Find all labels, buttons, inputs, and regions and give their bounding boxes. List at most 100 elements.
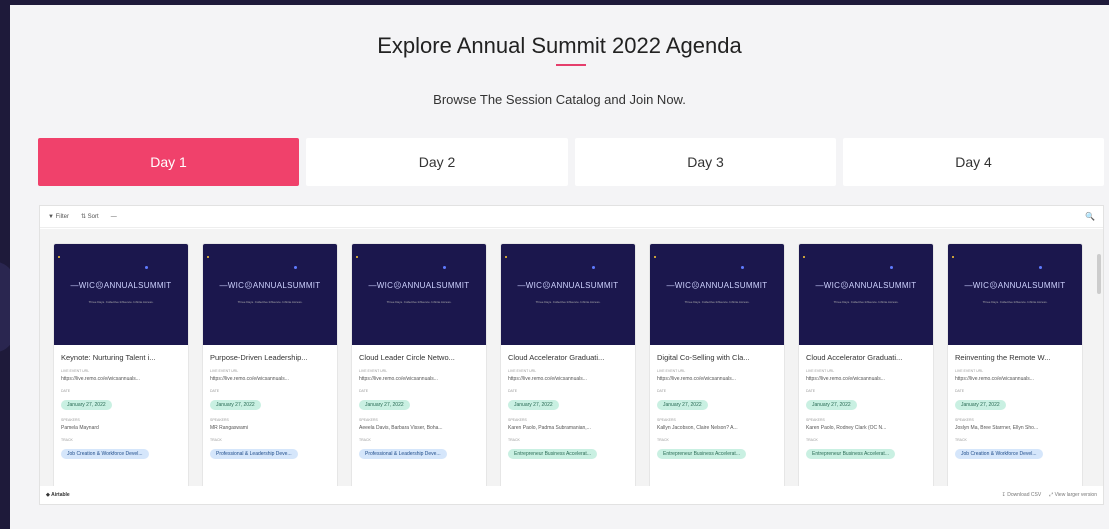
session-speakers: Joslyn Ma, Bree Starrner, Ellyn Sho... xyxy=(955,425,1039,431)
decor-dot xyxy=(145,266,148,269)
track-label: TRACK xyxy=(61,438,73,442)
session-thumbnail: —WIC☹ANNUALSUMMIT Three Days. Collective… xyxy=(650,244,784,345)
tab-day-4[interactable]: Day 4 xyxy=(843,138,1104,186)
session-url[interactable]: https://live.remo.co/e/wicsannuals... xyxy=(359,376,479,382)
decor-dot xyxy=(592,266,595,269)
url-label: LIVE EVENT URL xyxy=(806,369,835,373)
url-label: LIVE EVENT URL xyxy=(955,369,984,373)
session-speakers: Karen Paolo, Rodney Clark (OC N... xyxy=(806,425,887,431)
session-speakers: Kallyn Jacobson, Claire Nelson? A... xyxy=(657,425,738,431)
page-subtitle: Browse The Session Catalog and Join Now. xyxy=(433,92,686,107)
session-title: Reinventing the Remote W... xyxy=(955,353,1051,362)
session-url[interactable]: https://live.remo.co/e/wicsannuals... xyxy=(806,376,926,382)
download-csv-link[interactable]: ↧ Download CSV xyxy=(1002,492,1042,498)
track-badge: Entrepreneur Business Accelerat... xyxy=(657,449,746,459)
summit-tagline: Three Days. Collective Influence. Infini… xyxy=(88,300,154,304)
session-card[interactable]: —WIC☹ANNUALSUMMIT Three Days. Collective… xyxy=(53,243,189,486)
title-underline xyxy=(556,64,586,66)
session-card[interactable]: —WIC☹ANNUALSUMMIT Three Days. Collective… xyxy=(500,243,636,486)
url-label: LIVE EVENT URL xyxy=(657,369,686,373)
card-gallery[interactable]: —WIC☹ANNUALSUMMIT Three Days. Collective… xyxy=(40,229,1103,486)
speakers-label: SPEAKERS xyxy=(210,418,229,422)
airtable-logo[interactable]: ◆ Airtable xyxy=(46,492,70,498)
airtable-icon: ◆ xyxy=(46,492,50,498)
track-badge: Entrepreneur Business Accelerat... xyxy=(508,449,597,459)
summit-logo: —WIC☹ANNUALSUMMIT xyxy=(368,281,470,290)
date-badge: January 27, 2022 xyxy=(359,400,410,410)
tab-day-1[interactable]: Day 1 xyxy=(38,138,299,186)
track-badge: Job Creation & Workforce Devel... xyxy=(61,449,149,459)
tab-day-2[interactable]: Day 2 xyxy=(306,138,568,186)
expand-icon: ⤢ xyxy=(1049,492,1054,498)
summit-logo: —WIC☹ANNUALSUMMIT xyxy=(70,281,172,290)
summit-logo: —WIC☹ANNUALSUMMIT xyxy=(666,281,768,290)
search-icon[interactable]: 🔍 xyxy=(1085,212,1095,221)
session-thumbnail: —WIC☹ANNUALSUMMIT Three Days. Collective… xyxy=(948,244,1082,345)
track-badge: Job Creation & Workforce Devel... xyxy=(955,449,1043,459)
page-title: Explore Annual Summit 2022 Agenda xyxy=(377,33,742,58)
speakers-label: SPEAKERS xyxy=(657,418,676,422)
filter-button[interactable]: ▼ Filter xyxy=(48,214,69,220)
tab-day-3[interactable]: Day 3 xyxy=(575,138,836,186)
sort-button[interactable]: ⇅ Sort xyxy=(81,213,99,220)
track-badge: Entrepreneur Business Accelerat... xyxy=(806,449,895,459)
session-speakers: Karen Paolo, Padma Subramanian,... xyxy=(508,425,591,431)
track-label: TRACK xyxy=(508,438,520,442)
session-url[interactable]: https://live.remo.co/e/wicsannuals... xyxy=(657,376,777,382)
date-badge: January 27, 2022 xyxy=(508,400,559,410)
download-icon: ↧ xyxy=(1001,492,1006,498)
view-larger-link[interactable]: ⤢ View larger version xyxy=(1049,492,1097,498)
url-label: LIVE EVENT URL xyxy=(508,369,537,373)
session-card[interactable]: —WIC☹ANNUALSUMMIT Three Days. Collective… xyxy=(947,243,1083,486)
session-url[interactable]: https://live.remo.co/e/wicsannuals... xyxy=(210,376,330,382)
session-title: Keynote: Nurturing Talent i... xyxy=(61,353,156,362)
speakers-label: SPEAKERS xyxy=(806,418,825,422)
agenda-panel: Explore Annual Summit 2022 Agenda Browse… xyxy=(10,5,1109,529)
vertical-scrollbar[interactable] xyxy=(1097,254,1101,294)
summit-tagline: Three Days. Collective Influence. Infini… xyxy=(684,300,750,304)
date-label: DATE xyxy=(657,389,667,393)
summit-logo: —WIC☹ANNUALSUMMIT xyxy=(964,281,1066,290)
decor-dot xyxy=(952,256,954,258)
session-speakers: Pamela Maynard xyxy=(61,425,99,431)
speakers-label: SPEAKERS xyxy=(359,418,378,422)
track-label: TRACK xyxy=(806,438,818,442)
decor-dot xyxy=(741,266,744,269)
date-badge: January 27, 2022 xyxy=(806,400,857,410)
speakers-label: SPEAKERS xyxy=(508,418,527,422)
date-label: DATE xyxy=(955,389,965,393)
speakers-label: SPEAKERS xyxy=(955,418,974,422)
summit-tagline: Three Days. Collective Influence. Infini… xyxy=(386,300,452,304)
more-button[interactable]: — xyxy=(111,214,117,220)
session-url[interactable]: https://live.remo.co/e/wicsannuals... xyxy=(61,376,181,382)
session-title: Cloud Leader Circle Netwo... xyxy=(359,353,455,362)
decor-dot xyxy=(654,256,656,258)
session-speakers: MR Rangaswami xyxy=(210,425,249,431)
url-label: LIVE EVENT URL xyxy=(210,369,239,373)
airtable-embed: ▼ Filter ⇅ Sort — 🔍 —WIC☹ANNUALSUMMIT Th… xyxy=(39,205,1104,505)
speakers-label: SPEAKERS xyxy=(61,418,80,422)
session-card[interactable]: —WIC☹ANNUALSUMMIT Three Days. Collective… xyxy=(649,243,785,486)
session-url[interactable]: https://live.remo.co/e/wicsannuals... xyxy=(508,376,628,382)
summit-tagline: Three Days. Collective Influence. Infini… xyxy=(833,300,899,304)
decor-dot xyxy=(505,256,507,258)
track-badge: Professional & Leadership Deve... xyxy=(210,449,298,459)
session-card[interactable]: —WIC☹ANNUALSUMMIT Three Days. Collective… xyxy=(351,243,487,486)
date-label: DATE xyxy=(210,389,220,393)
session-title: Cloud Accelerator Graduati... xyxy=(508,353,605,362)
session-card[interactable]: —WIC☹ANNUALSUMMIT Three Days. Collective… xyxy=(202,243,338,486)
decor-dot xyxy=(890,266,893,269)
summit-logo: —WIC☹ANNUALSUMMIT xyxy=(517,281,619,290)
session-thumbnail: —WIC☹ANNUALSUMMIT Three Days. Collective… xyxy=(799,244,933,345)
embed-footer: ◆ Airtable ↧ Download CSV ⤢ View larger … xyxy=(40,486,1103,504)
summit-logo: —WIC☹ANNUALSUMMIT xyxy=(815,281,917,290)
embed-toolbar: ▼ Filter ⇅ Sort — 🔍 xyxy=(40,206,1103,228)
url-label: LIVE EVENT URL xyxy=(359,369,388,373)
session-url[interactable]: https://live.remo.co/e/wicsannuals... xyxy=(955,376,1075,382)
session-card[interactable]: —WIC☹ANNUALSUMMIT Three Days. Collective… xyxy=(798,243,934,486)
decor-dot xyxy=(803,256,805,258)
filter-icon: ▼ xyxy=(48,213,54,220)
decor-dot xyxy=(1039,266,1042,269)
summit-tagline: Three Days. Collective Influence. Infini… xyxy=(982,300,1048,304)
track-label: TRACK xyxy=(210,438,222,442)
